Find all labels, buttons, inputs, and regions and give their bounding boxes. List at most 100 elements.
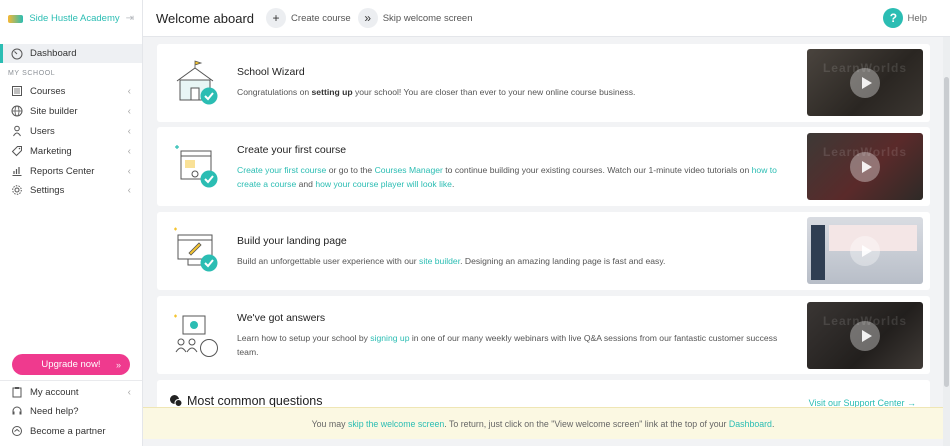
exit-icon[interactable]: ⇥ — [126, 13, 134, 24]
signing-up-link[interactable]: signing up — [370, 333, 409, 343]
landing-page-icon — [174, 227, 218, 272]
globe-icon — [11, 105, 23, 117]
text: or go to the — [326, 165, 375, 175]
divider — [0, 380, 142, 381]
sidebar-item-label: Need help? — [30, 405, 79, 417]
brand[interactable]: Side Hustle Academy ⇥ — [0, 0, 142, 37]
chevron-left-icon: ‹ — [127, 105, 131, 117]
create-course-button[interactable]: + Create course — [266, 8, 351, 28]
text: . — [451, 179, 455, 189]
school-name: Side Hustle Academy — [29, 13, 120, 24]
text: . To return, just click on the "View wel… — [444, 418, 729, 429]
text: to continue building your existing cours… — [442, 165, 752, 175]
card-description: Learn how to setup your school by signin… — [237, 331, 797, 359]
play-icon[interactable] — [850, 235, 880, 266]
partner-icon — [11, 425, 23, 437]
thumbnail-sidebar — [811, 225, 825, 280]
scrollbar-thumb[interactable] — [944, 77, 949, 387]
chevron-left-icon: ‹ — [127, 184, 131, 196]
sidebar-item-courses[interactable]: Courses ‹ — [0, 82, 142, 100]
bold-text: setting up — [311, 87, 353, 97]
text: You may — [311, 418, 348, 429]
upgrade-button[interactable]: Upgrade now! » — [12, 354, 130, 375]
sidebar-item-site-builder[interactable]: Site builder ‹ — [0, 102, 142, 120]
sidebar-item-label: Dashboard — [30, 48, 77, 59]
video-thumbnail[interactable] — [807, 217, 923, 284]
webinar-icon — [174, 314, 218, 357]
card-description: Build an unforgettable user experience w… — [237, 254, 797, 268]
sidebar-item-reports[interactable]: Reports Center ‹ — [0, 162, 142, 180]
skip-welcome-link[interactable]: skip the welcome screen — [348, 419, 444, 429]
school-building-icon — [176, 60, 218, 105]
sidebar-item-dashboard[interactable]: Dashboard — [0, 44, 142, 63]
card-landing-page: Build your landing page Build an unforge… — [157, 212, 930, 290]
help-label: Help — [907, 12, 927, 24]
chevron-left-icon: ‹ — [127, 165, 131, 177]
video-thumbnail[interactable]: LearnWorlds — [807, 49, 923, 116]
headset-icon — [11, 405, 23, 417]
card-description: Congratulations on setting up your schoo… — [237, 85, 797, 99]
sidebar-item-settings[interactable]: Settings ‹ — [0, 181, 142, 199]
play-icon[interactable] — [850, 67, 880, 98]
school-logo — [8, 14, 24, 23]
user-icon — [11, 125, 23, 137]
sidebar-item-label: Reports Center — [30, 165, 95, 177]
video-thumbnail[interactable]: LearnWorlds — [807, 302, 923, 369]
sidebar-item-label: Site builder — [30, 105, 78, 117]
help-button[interactable]: ? Help — [883, 8, 927, 28]
play-icon[interactable] — [850, 151, 880, 182]
banner-text: You may skip the welcome screen. To retu… — [312, 419, 775, 429]
sidebar-item-label: Marketing — [30, 145, 72, 157]
faq-title: Most common questions — [187, 394, 323, 408]
course-player-link[interactable]: how your course player will look like — [315, 179, 452, 189]
text: and — [296, 179, 316, 189]
plus-icon: + — [266, 8, 287, 28]
card-description: Create your first course or go to the Co… — [237, 163, 797, 191]
course-window-icon — [175, 145, 218, 188]
play-icon[interactable] — [850, 320, 880, 351]
card-answers: We've got answers Learn how to setup you… — [157, 296, 930, 374]
sidebar-item-users[interactable]: Users ‹ — [0, 122, 142, 140]
sidebar-item-label: Courses — [30, 85, 66, 97]
create-first-course-link[interactable]: Create your first course — [237, 165, 326, 175]
text: your school! You are closer than ever to… — [352, 87, 636, 97]
sidebar-item-my-account[interactable]: My account ‹ — [0, 383, 142, 401]
upgrade-label: Upgrade now! — [41, 359, 101, 370]
clipboard-icon — [11, 386, 23, 398]
sidebar-item-label: Settings — [30, 184, 65, 196]
section-label: MY SCHOOL — [8, 70, 56, 77]
scrollbar[interactable] — [943, 37, 950, 446]
chat-bubbles-icon — [170, 395, 183, 407]
courses-manager-link[interactable]: Courses Manager — [375, 165, 443, 175]
skip-welcome-button[interactable]: » Skip welcome screen — [357, 8, 472, 28]
chart-icon — [11, 165, 23, 177]
text: Congratulations on — [237, 87, 312, 97]
sidebar-item-label: My account — [30, 386, 79, 398]
gear-icon — [11, 184, 23, 196]
card-title: Build your landing page — [237, 235, 347, 247]
card-create-course: Create your first course Create your fir… — [157, 127, 930, 206]
chevron-left-icon: ‹ — [127, 145, 131, 157]
sidebar-item-marketing[interactable]: Marketing ‹ — [0, 142, 142, 160]
text: Build an unforgettable user experience w… — [237, 256, 420, 266]
double-chevron-right-icon: » — [115, 359, 121, 370]
dashboard-icon — [11, 48, 23, 60]
sidebar-item-need-help[interactable]: Need help? — [0, 402, 142, 420]
card-title: Create your first course — [237, 144, 347, 156]
sidebar-item-label: Become a partner — [30, 425, 106, 437]
topbar: Welcome aboard + Create course » Skip we… — [143, 0, 950, 37]
sidebar-item-label: Users — [30, 125, 55, 137]
card-school-wizard: School Wizard Congratulations on setting… — [157, 44, 930, 122]
site-builder-link[interactable]: site builder — [419, 256, 460, 266]
dashboard-link[interactable]: Dashboard — [729, 419, 772, 429]
sidebar-item-partner[interactable]: Become a partner — [0, 422, 142, 440]
text: . Designing an amazing landing page is f… — [460, 256, 666, 266]
page-title: Welcome aboard — [156, 10, 255, 26]
sidebar: Side Hustle Academy ⇥ Dashboard MY SCHOO… — [0, 0, 143, 446]
chevron-left-icon: ‹ — [127, 85, 131, 97]
courses-icon — [11, 85, 23, 97]
chevron-left-icon: ‹ — [127, 386, 131, 398]
info-banner: You may skip the welcome screen. To retu… — [143, 407, 943, 439]
card-title: We've got answers — [237, 312, 326, 324]
video-thumbnail[interactable]: LearnWorlds — [807, 133, 923, 200]
